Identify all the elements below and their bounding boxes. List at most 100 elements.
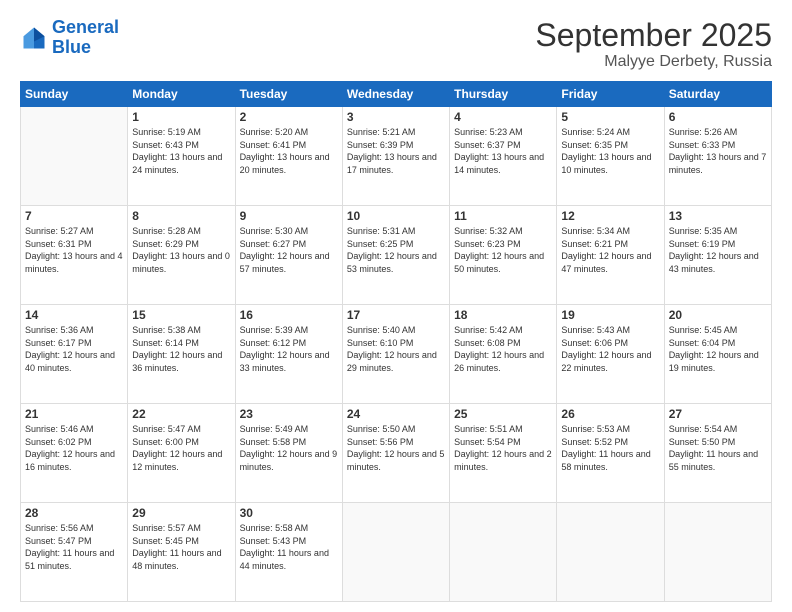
day-number: 4 <box>454 110 552 124</box>
day-number: 3 <box>347 110 445 124</box>
calendar-cell <box>557 503 664 602</box>
day-number: 9 <box>240 209 338 223</box>
calendar-cell: 15 Sunrise: 5:38 AMSunset: 6:14 PMDayligh… <box>128 305 235 404</box>
day-info: Sunrise: 5:39 AMSunset: 6:12 PMDaylight:… <box>240 324 338 374</box>
day-number: 2 <box>240 110 338 124</box>
day-info: Sunrise: 5:45 AMSunset: 6:04 PMDaylight:… <box>669 324 767 374</box>
calendar-cell: 17 Sunrise: 5:40 AMSunset: 6:10 PMDayligh… <box>342 305 449 404</box>
day-number: 10 <box>347 209 445 223</box>
day-info: Sunrise: 5:54 AMSunset: 5:50 PMDaylight:… <box>669 423 767 473</box>
logo-icon <box>20 24 48 52</box>
calendar-table: SundayMondayTuesdayWednesdayThursdayFrid… <box>20 81 772 602</box>
day-info: Sunrise: 5:19 AMSunset: 6:43 PMDaylight:… <box>132 126 230 176</box>
calendar-week-row: 14 Sunrise: 5:36 AMSunset: 6:17 PMDayligh… <box>21 305 772 404</box>
calendar-cell: 27 Sunrise: 5:54 AMSunset: 5:50 PMDayligh… <box>664 404 771 503</box>
calendar-cell: 1 Sunrise: 5:19 AMSunset: 6:43 PMDaylight… <box>128 107 235 206</box>
weekday-header: Monday <box>128 82 235 107</box>
logo: General Blue <box>20 18 119 58</box>
day-number: 20 <box>669 308 767 322</box>
calendar-cell: 3 Sunrise: 5:21 AMSunset: 6:39 PMDaylight… <box>342 107 449 206</box>
calendar-cell: 30Sunrise: 5:58 AMSunset: 5:43 PMDayligh… <box>235 503 342 602</box>
day-info: Sunrise: 5:31 AMSunset: 6:25 PMDaylight:… <box>347 225 445 275</box>
day-number: 6 <box>669 110 767 124</box>
day-info: Sunrise: 5:32 AMSunset: 6:23 PMDaylight:… <box>454 225 552 275</box>
day-info: Sunrise: 5:27 AMSunset: 6:31 PMDaylight:… <box>25 225 123 275</box>
calendar-cell <box>664 503 771 602</box>
calendar-week-row: 1 Sunrise: 5:19 AMSunset: 6:43 PMDaylight… <box>21 107 772 206</box>
header: General Blue September 2025 Malyye Derbe… <box>20 18 772 71</box>
weekday-header: Sunday <box>21 82 128 107</box>
day-info: Sunrise: 5:47 AMSunset: 6:00 PMDaylight:… <box>132 423 230 473</box>
calendar-cell: 10 Sunrise: 5:31 AMSunset: 6:25 PMDayligh… <box>342 206 449 305</box>
day-info: Sunrise: 5:50 AMSunset: 5:56 PMDaylight:… <box>347 423 445 473</box>
day-info: Sunrise: 5:56 AMSunset: 5:47 PMDaylight:… <box>25 522 123 572</box>
day-number: 7 <box>25 209 123 223</box>
calendar-cell: 20 Sunrise: 5:45 AMSunset: 6:04 PMDayligh… <box>664 305 771 404</box>
weekday-header: Saturday <box>664 82 771 107</box>
day-number: 21 <box>25 407 123 421</box>
day-info: Sunrise: 5:30 AMSunset: 6:27 PMDaylight:… <box>240 225 338 275</box>
logo-line1: General <box>52 17 119 37</box>
day-info: Sunrise: 5:43 AMSunset: 6:06 PMDaylight:… <box>561 324 659 374</box>
day-number: 17 <box>347 308 445 322</box>
calendar-cell: 21 Sunrise: 5:46 AMSunset: 6:02 PMDayligh… <box>21 404 128 503</box>
calendar-cell: 28 Sunrise: 5:56 AMSunset: 5:47 PMDayligh… <box>21 503 128 602</box>
calendar-cell: 24Sunrise: 5:50 AMSunset: 5:56 PMDayligh… <box>342 404 449 503</box>
calendar-cell: 18Sunrise: 5:42 AMSunset: 6:08 PMDayligh… <box>450 305 557 404</box>
day-number: 26 <box>561 407 659 421</box>
day-info: Sunrise: 5:28 AMSunset: 6:29 PMDaylight:… <box>132 225 230 275</box>
calendar-cell: 13 Sunrise: 5:35 AMSunset: 6:19 PMDayligh… <box>664 206 771 305</box>
day-info: Sunrise: 5:36 AMSunset: 6:17 PMDaylight:… <box>25 324 123 374</box>
day-info: Sunrise: 5:40 AMSunset: 6:10 PMDaylight:… <box>347 324 445 374</box>
day-info: Sunrise: 5:38 AMSunset: 6:14 PMDaylight:… <box>132 324 230 374</box>
day-number: 27 <box>669 407 767 421</box>
logo-line2: Blue <box>52 37 91 57</box>
calendar-cell: 8 Sunrise: 5:28 AMSunset: 6:29 PMDaylight… <box>128 206 235 305</box>
calendar-week-row: 21 Sunrise: 5:46 AMSunset: 6:02 PMDayligh… <box>21 404 772 503</box>
calendar-cell <box>450 503 557 602</box>
weekday-header: Thursday <box>450 82 557 107</box>
calendar-cell: 16 Sunrise: 5:39 AMSunset: 6:12 PMDayligh… <box>235 305 342 404</box>
day-info: Sunrise: 5:46 AMSunset: 6:02 PMDaylight:… <box>25 423 123 473</box>
calendar-week-row: 28 Sunrise: 5:56 AMSunset: 5:47 PMDayligh… <box>21 503 772 602</box>
day-info: Sunrise: 5:35 AMSunset: 6:19 PMDaylight:… <box>669 225 767 275</box>
day-info: Sunrise: 5:26 AMSunset: 6:33 PMDaylight:… <box>669 126 767 176</box>
day-number: 14 <box>25 308 123 322</box>
day-number: 22 <box>132 407 230 421</box>
weekday-header: Tuesday <box>235 82 342 107</box>
calendar-cell: 14 Sunrise: 5:36 AMSunset: 6:17 PMDayligh… <box>21 305 128 404</box>
day-number: 1 <box>132 110 230 124</box>
calendar-cell: 22 Sunrise: 5:47 AMSunset: 6:00 PMDayligh… <box>128 404 235 503</box>
day-number: 23 <box>240 407 338 421</box>
calendar-cell: 7 Sunrise: 5:27 AMSunset: 6:31 PMDaylight… <box>21 206 128 305</box>
day-info: Sunrise: 5:42 AMSunset: 6:08 PMDaylight:… <box>454 324 552 374</box>
day-info: Sunrise: 5:51 AMSunset: 5:54 PMDaylight:… <box>454 423 552 473</box>
calendar-cell: 9 Sunrise: 5:30 AMSunset: 6:27 PMDaylight… <box>235 206 342 305</box>
day-info: Sunrise: 5:34 AMSunset: 6:21 PMDaylight:… <box>561 225 659 275</box>
calendar-cell: 23 Sunrise: 5:49 AMSunset: 5:58 PMDayligh… <box>235 404 342 503</box>
day-number: 15 <box>132 308 230 322</box>
day-number: 28 <box>25 506 123 520</box>
calendar-cell <box>21 107 128 206</box>
calendar-cell: 2 Sunrise: 5:20 AMSunset: 6:41 PMDaylight… <box>235 107 342 206</box>
calendar-cell: 25Sunrise: 5:51 AMSunset: 5:54 PMDayligh… <box>450 404 557 503</box>
day-info: Sunrise: 5:20 AMSunset: 6:41 PMDaylight:… <box>240 126 338 176</box>
calendar-cell <box>342 503 449 602</box>
title-block: September 2025 Malyye Derbety, Russia <box>535 18 772 71</box>
calendar-cell: 11 Sunrise: 5:32 AMSunset: 6:23 PMDayligh… <box>450 206 557 305</box>
calendar-cell: 4 Sunrise: 5:23 AMSunset: 6:37 PMDaylight… <box>450 107 557 206</box>
day-number: 16 <box>240 308 338 322</box>
calendar-cell: 12Sunrise: 5:34 AMSunset: 6:21 PMDayligh… <box>557 206 664 305</box>
calendar-cell: 26Sunrise: 5:53 AMSunset: 5:52 PMDayligh… <box>557 404 664 503</box>
day-info: Sunrise: 5:23 AMSunset: 6:37 PMDaylight:… <box>454 126 552 176</box>
day-number: 13 <box>669 209 767 223</box>
day-info: Sunrise: 5:21 AMSunset: 6:39 PMDaylight:… <box>347 126 445 176</box>
subtitle: Malyye Derbety, Russia <box>535 53 772 71</box>
calendar-cell: 6 Sunrise: 5:26 AMSunset: 6:33 PMDaylight… <box>664 107 771 206</box>
day-info: Sunrise: 5:49 AMSunset: 5:58 PMDaylight:… <box>240 423 338 473</box>
day-info: Sunrise: 5:57 AMSunset: 5:45 PMDaylight:… <box>132 522 230 572</box>
day-number: 11 <box>454 209 552 223</box>
main-title: September 2025 <box>535 18 772 53</box>
day-number: 8 <box>132 209 230 223</box>
day-number: 29 <box>132 506 230 520</box>
